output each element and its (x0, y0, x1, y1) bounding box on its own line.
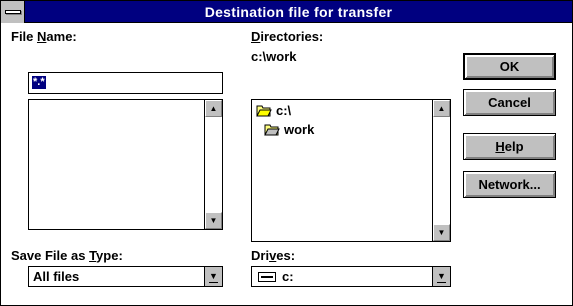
scroll-track[interactable] (205, 117, 222, 212)
directories-label: Directories: (251, 29, 324, 44)
system-menu-icon (5, 10, 21, 14)
drive-icon (258, 272, 276, 282)
cancel-button[interactable]: Cancel (463, 89, 556, 116)
file-list-scrollbar[interactable]: ▲ ▼ (204, 100, 222, 229)
file-name-value: *.* (32, 76, 46, 89)
file-list[interactable]: ▲ ▼ (28, 99, 223, 230)
directory-item-root[interactable]: c:\ (256, 103, 291, 118)
scroll-down-arrow-icon[interactable]: ▼ (205, 212, 222, 229)
directory-item-work[interactable]: work (264, 122, 314, 137)
directory-list-scrollbar[interactable]: ▲ ▼ (432, 100, 450, 241)
file-name-input[interactable]: *.* (28, 72, 223, 94)
scroll-track[interactable] (433, 117, 450, 224)
file-name-label: File Name: (11, 29, 77, 44)
save-type-dropdown[interactable]: All files ▼ (28, 266, 223, 287)
scroll-up-arrow-icon[interactable]: ▲ (433, 100, 450, 117)
window-title: Destination file for transfer (204, 4, 393, 20)
ok-button[interactable]: OK (463, 53, 556, 80)
network-button[interactable]: Network... (463, 171, 556, 198)
drives-label: Drives: (251, 248, 296, 263)
directory-item-label: work (284, 122, 315, 137)
scroll-down-arrow-icon[interactable]: ▼ (433, 224, 450, 241)
save-type-label: Save File as Type: (11, 248, 123, 263)
title-bar: Destination file for transfer (1, 1, 572, 23)
save-type-value: All files (33, 269, 80, 284)
open-folder-icon (264, 124, 280, 136)
directory-list[interactable]: c:\ work ▲ ▼ (251, 99, 451, 242)
scroll-up-arrow-icon[interactable]: ▲ (205, 100, 222, 117)
save-dialog: Destination file for transfer File Name:… (0, 0, 573, 306)
dropdown-arrow-icon[interactable]: ▼ (204, 267, 222, 286)
drive-value: c: (282, 269, 294, 284)
open-folder-icon (256, 105, 272, 117)
system-menu-button[interactable] (1, 1, 25, 23)
directory-item-label: c:\ (276, 103, 292, 118)
current-directory: c:\work (251, 49, 297, 64)
help-button[interactable]: Help (463, 133, 556, 160)
dropdown-arrow-icon[interactable]: ▼ (432, 267, 450, 286)
drives-dropdown[interactable]: c: ▼ (251, 266, 451, 287)
